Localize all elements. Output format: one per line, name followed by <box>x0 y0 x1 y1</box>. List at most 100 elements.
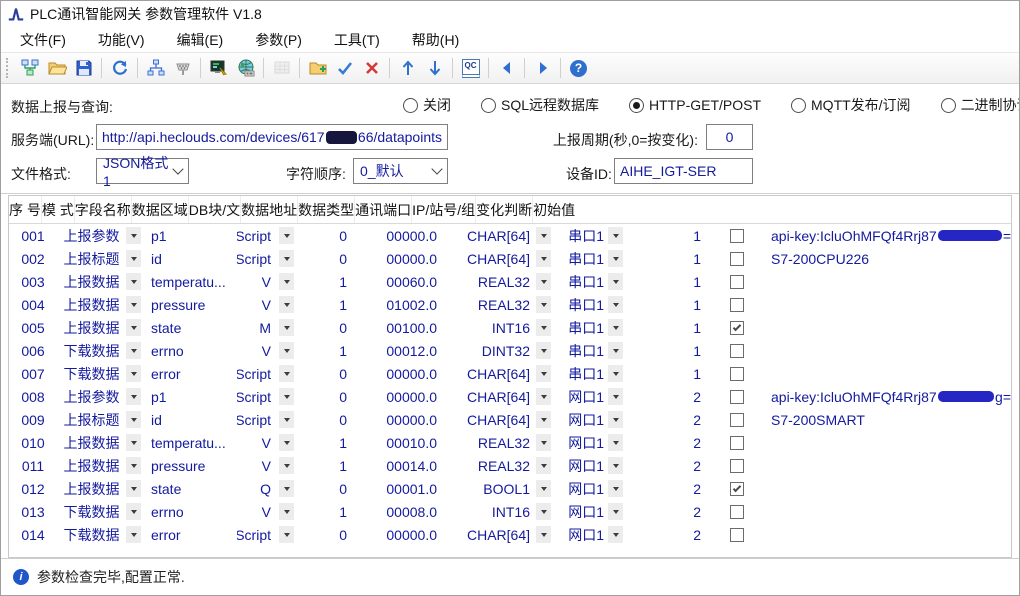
data-address-cell[interactable]: 00000.0 <box>363 523 447 546</box>
initial-value-cell[interactable] <box>765 316 1011 339</box>
data-address-cell[interactable]: 00000.0 <box>363 362 447 385</box>
change-detect-checkbox[interactable] <box>730 274 744 289</box>
db-block-cell[interactable]: 0 <box>299 247 363 270</box>
comm-port-cell[interactable]: 网口1 <box>557 523 635 546</box>
change-detect-checkbox[interactable] <box>730 228 744 243</box>
mode-cell[interactable]: 上报数据 <box>57 477 147 500</box>
initial-value-cell[interactable]: api-key:IcluOhMFQf4Rrj87 = <box>765 224 1011 247</box>
ip-station-cell[interactable]: 1 <box>635 293 709 316</box>
data-area-dropdown-button[interactable] <box>279 250 294 267</box>
comm-port-dropdown-button[interactable] <box>608 273 623 290</box>
db-block-cell[interactable]: 1 <box>299 293 363 316</box>
data-type-dropdown-button[interactable] <box>536 365 551 382</box>
data-address-cell[interactable]: 00100.0 <box>363 316 447 339</box>
comm-port-cell[interactable]: 串口1 <box>557 316 635 339</box>
data-type-cell[interactable]: REAL32 <box>447 454 557 477</box>
comm-port-cell[interactable]: 串口1 <box>557 362 635 385</box>
menu-help[interactable]: 帮助(H) <box>399 27 472 53</box>
mode-dropdown-button[interactable] <box>126 227 141 244</box>
comm-port-cell[interactable]: 串口1 <box>557 247 635 270</box>
initial-value-cell[interactable] <box>765 500 1011 523</box>
data-area-cell[interactable]: V <box>237 293 299 316</box>
data-area-dropdown-button[interactable] <box>279 480 294 497</box>
prev-button[interactable] <box>494 56 519 80</box>
change-detect-checkbox[interactable] <box>730 389 744 404</box>
mode-cell[interactable]: 上报数据 <box>57 454 147 477</box>
comm-port-dropdown-button[interactable] <box>608 250 623 267</box>
comm-port-dropdown-button[interactable] <box>608 388 623 405</box>
mode-cell[interactable]: 上报数据 <box>57 270 147 293</box>
ip-station-cell[interactable]: 2 <box>635 454 709 477</box>
data-area-cell[interactable]: Q <box>237 477 299 500</box>
data-area-dropdown-button[interactable] <box>279 411 294 428</box>
report-period-input[interactable] <box>706 124 753 150</box>
data-type-dropdown-button[interactable] <box>536 342 551 359</box>
data-area-dropdown-button[interactable] <box>279 526 294 543</box>
db-block-cell[interactable]: 0 <box>299 385 363 408</box>
mode-cell[interactable]: 上报标题 <box>57 247 147 270</box>
comm-port-dropdown-button[interactable] <box>608 319 623 336</box>
data-area-cell[interactable]: Script <box>237 385 299 408</box>
comm-port-cell[interactable]: 网口1 <box>557 454 635 477</box>
data-type-dropdown-button[interactable] <box>536 526 551 543</box>
initial-value-cell[interactable]: api-key:IcluOhMFQf4Rrj87 g= <box>765 385 1011 408</box>
serial-port-button[interactable] <box>170 56 195 80</box>
save-button[interactable] <box>71 56 96 80</box>
data-area-dropdown-button[interactable] <box>279 319 294 336</box>
ip-station-cell[interactable]: 1 <box>635 224 709 247</box>
data-type-cell[interactable]: CHAR[64] <box>447 362 557 385</box>
ip-station-cell[interactable]: 2 <box>635 408 709 431</box>
mode-dropdown-button[interactable] <box>126 319 141 336</box>
server-url-input[interactable]: http://api.heclouds.com/devices/617 66/da… <box>96 124 448 150</box>
db-block-cell[interactable]: 1 <box>299 339 363 362</box>
db-block-cell[interactable]: 1 <box>299 431 363 454</box>
initial-value-cell[interactable]: S7-200CPU226 <box>765 247 1011 270</box>
data-type-cell[interactable]: CHAR[64] <box>447 523 557 546</box>
field-name-cell[interactable]: pressure <box>147 454 237 477</box>
data-address-cell[interactable]: 00000.0 <box>363 247 447 270</box>
data-area-dropdown-button[interactable] <box>279 434 294 451</box>
field-name-cell[interactable]: error <box>147 362 237 385</box>
db-block-cell[interactable]: 1 <box>299 500 363 523</box>
comm-port-dropdown-button[interactable] <box>608 342 623 359</box>
ip-station-cell[interactable]: 2 <box>635 431 709 454</box>
mode-dropdown-button[interactable] <box>126 250 141 267</box>
mode-cell[interactable]: 下载数据 <box>57 523 147 546</box>
comm-port-dropdown-button[interactable] <box>608 296 623 313</box>
mode-dropdown-button[interactable] <box>126 296 141 313</box>
monitor-edit-button[interactable] <box>206 56 231 80</box>
field-name-cell[interactable]: id <box>147 247 237 270</box>
change-detect-checkbox[interactable] <box>730 504 744 519</box>
field-name-cell[interactable]: pressure <box>147 293 237 316</box>
data-area-cell[interactable]: V <box>237 431 299 454</box>
byte-order-select[interactable]: 0_默认 <box>353 158 448 184</box>
mode-cell[interactable]: 上报数据 <box>57 431 147 454</box>
data-area-cell[interactable]: Script <box>237 523 299 546</box>
radio-sql[interactable]: SQL远程数据库 <box>481 95 599 115</box>
mode-dropdown-button[interactable] <box>126 411 141 428</box>
move-up-button[interactable] <box>395 56 420 80</box>
data-area-dropdown-button[interactable] <box>279 365 294 382</box>
data-type-cell[interactable]: BOOL1 <box>447 477 557 500</box>
db-block-cell[interactable]: 0 <box>299 408 363 431</box>
db-block-cell[interactable]: 0 <box>299 224 363 247</box>
initial-value-cell[interactable] <box>765 431 1011 454</box>
db-block-cell[interactable]: 0 <box>299 477 363 500</box>
change-detect-checkbox[interactable] <box>730 527 744 542</box>
data-area-dropdown-button[interactable] <box>279 503 294 520</box>
data-area-cell[interactable]: Script <box>237 408 299 431</box>
initial-value-cell[interactable] <box>765 293 1011 316</box>
initial-value-cell[interactable]: S7-200SMART <box>765 408 1011 431</box>
mode-dropdown-button[interactable] <box>126 342 141 359</box>
db-block-cell[interactable]: 0 <box>299 523 363 546</box>
comm-port-cell[interactable]: 网口1 <box>557 408 635 431</box>
data-area-dropdown-button[interactable] <box>279 296 294 313</box>
change-detect-checkbox[interactable] <box>730 366 744 381</box>
comm-port-cell[interactable]: 串口1 <box>557 270 635 293</box>
change-detect-checkbox[interactable] <box>730 251 744 266</box>
radio-close[interactable]: 关闭 <box>403 95 451 115</box>
mode-cell[interactable]: 上报数据 <box>57 293 147 316</box>
data-type-dropdown-button[interactable] <box>536 319 551 336</box>
globe-button[interactable] <box>233 56 258 80</box>
field-name-cell[interactable]: error <box>147 523 237 546</box>
